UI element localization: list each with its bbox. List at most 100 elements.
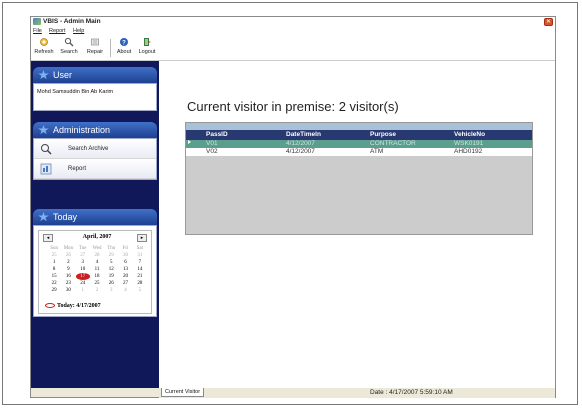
calendar-day[interactable]: 31 — [133, 252, 147, 259]
calendar-weekday: Wed — [92, 246, 102, 251]
calendar-week: 25 26 27 28 29 30 31 — [47, 252, 147, 259]
calendar-day[interactable]: 10 — [76, 266, 90, 273]
calendar-day[interactable]: 27 — [76, 252, 90, 259]
table-cell: AHD0192 — [454, 148, 483, 155]
user-heading: User — [53, 70, 73, 80]
calendar-week: 1234567 — [47, 259, 147, 266]
toolbar-separator — [110, 39, 111, 57]
search-button[interactable]: Search — [58, 37, 80, 59]
table-header: PassID DateTimeIn Purpose VehicleNo — [186, 130, 532, 140]
refresh-button[interactable]: Refresh — [33, 37, 55, 59]
close-icon[interactable]: ✕ — [544, 18, 553, 26]
sidebar: User Mohd Samsuddin Bin Ab Karim Adminis… — [31, 61, 159, 388]
calendar-day[interactable]: 25 — [47, 252, 61, 259]
column-vehicleno[interactable]: VehicleNo — [454, 130, 485, 140]
logout-button[interactable]: Logout — [136, 37, 158, 59]
calendar-day[interactable]: 25 — [90, 280, 104, 287]
calendar-day[interactable]: 5 — [104, 259, 118, 266]
calendar-day[interactable]: 6 — [118, 259, 132, 266]
table-cell: WSK0191 — [454, 140, 484, 147]
user-panel-header[interactable]: User — [33, 67, 157, 83]
calendar-day[interactable]: 1 — [47, 259, 61, 266]
help-icon: ? — [120, 38, 128, 46]
search-archive-item[interactable]: Search Archive — [34, 139, 156, 159]
table-row[interactable]: V01 4/12/2007 CONTRACTOR WSK0191 — [186, 140, 532, 148]
table-cell: 4/12/2007 — [286, 140, 315, 147]
calendar-weekday: Tue — [78, 246, 87, 251]
calendar-day[interactable]: 28 — [133, 280, 147, 287]
star-icon — [38, 125, 49, 135]
calendar-day[interactable]: 3 — [76, 259, 90, 266]
table-row[interactable]: V02 4/12/2007 ATM AHD0192 — [186, 148, 532, 156]
calendar-day[interactable]: 29 — [104, 252, 118, 259]
administration-panel-header[interactable]: Administration — [33, 122, 157, 138]
about-button[interactable]: ? About — [114, 37, 134, 59]
calendar-day[interactable]: 8 — [47, 266, 61, 273]
calendar-day[interactable]: 5 — [133, 287, 147, 294]
calendar-day[interactable]: 11 — [90, 266, 104, 273]
table-cell: V01 — [206, 140, 218, 147]
calendar-weekday: Fri — [122, 246, 129, 251]
calendar-day[interactable]: 14 — [133, 266, 147, 273]
status-date: Date : 4/17/2007 5:59:10 AM — [370, 389, 453, 396]
calendar-day[interactable]: 19 — [104, 273, 118, 280]
calendar-prev-button[interactable]: ◂ — [43, 234, 53, 242]
today-panel-body: April, 2007 ◂ ▸ Sun Mon Tue Wed Thu Fri Sat 25 2… — [33, 225, 157, 317]
calendar-grid: Sun Mon Tue Wed Thu Fri Sat 25 26 27 28 29 30 31 1 2 3 4 5… — [47, 245, 147, 294]
calendar-day[interactable]: 27 — [118, 280, 132, 287]
calendar-next-button[interactable]: ▸ — [137, 234, 147, 242]
calendar-day[interactable]: 18 — [90, 273, 104, 280]
star-icon — [38, 70, 49, 80]
calendar-day[interactable]: 16 — [61, 273, 75, 280]
calendar-day[interactable]: 21 — [133, 273, 147, 280]
menu-help[interactable]: Help — [73, 27, 84, 35]
toolbar: Refresh Search Repair ? About Logout — [31, 35, 555, 61]
calendar-day[interactable]: 26 — [61, 252, 75, 259]
user-panel-body: Mohd Samsuddin Bin Ab Karim — [33, 83, 157, 111]
calendar-day[interactable]: 2 — [61, 259, 75, 266]
search-label: Search — [60, 49, 78, 55]
tab-strip: Current Visitor — [159, 388, 555, 398]
calendar-day[interactable]: 15 — [47, 273, 61, 280]
calendar: April, 2007 ◂ ▸ Sun Mon Tue Wed Thu Fri Sat 25 2… — [38, 230, 152, 314]
calendar-today[interactable]: Today: 4/17/2007 — [45, 303, 101, 309]
table-caption-bar — [186, 123, 532, 130]
calendar-day[interactable]: 3 — [104, 287, 118, 294]
star-icon — [38, 212, 49, 222]
today-panel-header[interactable]: Today — [33, 209, 157, 225]
calendar-day[interactable]: 1 — [76, 287, 90, 294]
calendar-day[interactable]: 30 — [118, 252, 132, 259]
calendar-day[interactable]: 12 — [104, 266, 118, 273]
column-purpose[interactable]: Purpose — [370, 130, 396, 140]
calendar-day[interactable]: 30 — [61, 287, 75, 294]
repair-button[interactable]: Repair — [83, 37, 107, 59]
today-circle-icon — [45, 303, 55, 309]
magnifier-icon — [41, 144, 52, 155]
table-cell: CONTRACTOR — [370, 140, 416, 147]
calendar-day[interactable]: 28 — [90, 252, 104, 259]
calendar-day[interactable]: 26 — [104, 280, 118, 287]
search-icon — [64, 37, 74, 47]
calendar-day[interactable]: 7 — [133, 259, 147, 266]
calendar-day[interactable]: 13 — [118, 266, 132, 273]
calendar-day[interactable]: 4 — [90, 259, 104, 266]
calendar-day[interactable]: 23 — [61, 280, 75, 287]
calendar-weekday-row: Sun Mon Tue Wed Thu Fri Sat — [47, 245, 147, 252]
menu-file[interactable]: File — [33, 27, 42, 35]
table-cell: V02 — [206, 148, 218, 155]
report-label: Report — [68, 166, 87, 172]
calendar-day[interactable]: 17 — [75, 273, 90, 280]
calendar-weekday: Mon — [63, 246, 74, 251]
menu-report[interactable]: Report — [49, 27, 66, 35]
calendar-day[interactable]: 29 — [47, 287, 61, 294]
calendar-day[interactable]: 2 — [90, 287, 104, 294]
calendar-day[interactable]: 9 — [61, 266, 75, 273]
report-item[interactable]: Report — [34, 159, 156, 179]
calendar-day[interactable]: 20 — [118, 273, 132, 280]
calendar-day[interactable]: 4 — [118, 287, 132, 294]
column-passid[interactable]: PassID — [206, 130, 228, 140]
column-datetimein[interactable]: DateTimeIn — [286, 130, 321, 140]
calendar-day[interactable]: 24 — [76, 280, 90, 287]
tab-current-visitor[interactable]: Current Visitor — [161, 388, 205, 397]
calendar-day[interactable]: 22 — [47, 280, 61, 287]
